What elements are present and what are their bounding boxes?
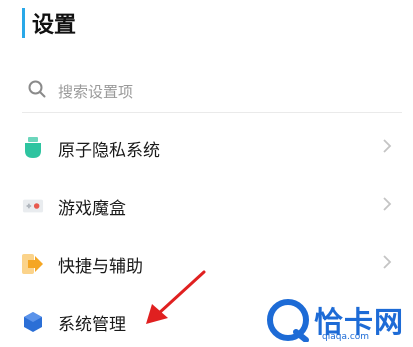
settings-item-game-box[interactable]: 游戏魔盒 — [22, 186, 402, 226]
settings-item-label: 系统管理 — [58, 314, 126, 335]
search-input[interactable]: 搜索设置项 — [58, 81, 133, 102]
red-arrow-icon — [140, 268, 210, 332]
privacy-shield-icon — [22, 137, 44, 159]
watermark-logo-icon — [267, 299, 309, 342]
shortcut-arrow-icon — [22, 253, 44, 275]
system-hexagon-icon — [22, 311, 44, 333]
settings-item-label: 原子隐私系统 — [58, 140, 160, 161]
watermark-url: qiaqa.com — [322, 332, 370, 342]
chevron-right-icon — [382, 138, 392, 158]
settings-item-label: 游戏魔盒 — [58, 198, 126, 219]
settings-item-label: 快捷与辅助 — [58, 256, 143, 277]
search-icon — [28, 80, 46, 102]
game-box-icon — [22, 195, 44, 217]
chevron-right-icon — [382, 254, 392, 274]
page-title: 设置 — [32, 13, 77, 38]
search-bar[interactable]: 搜索设置项 — [28, 80, 133, 102]
settings-item-shortcuts[interactable]: 快捷与辅助 — [22, 244, 402, 284]
settings-item-privacy[interactable]: 原子隐私系统 — [22, 128, 402, 168]
page-header: 设置 — [22, 8, 76, 38]
divider — [22, 112, 402, 113]
chevron-right-icon — [382, 196, 392, 216]
